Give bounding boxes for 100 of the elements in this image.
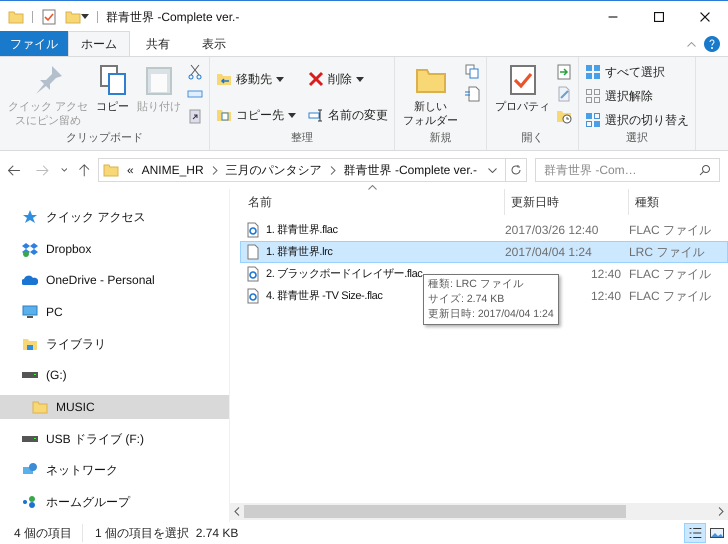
date-cell-text: 12:40 xyxy=(590,266,621,283)
thumbnail-view-icon[interactable] xyxy=(710,528,724,538)
recent-icon[interactable] xyxy=(60,168,68,172)
help-icon[interactable] xyxy=(704,36,720,52)
up-icon[interactable] xyxy=(79,164,90,176)
type-cell-text: FLAC ファイル xyxy=(629,222,712,239)
new-item-icon[interactable] xyxy=(464,64,480,80)
monitor-icon xyxy=(22,304,38,320)
ribbon-button[interactable]: プロパティ xyxy=(493,60,552,114)
date-cell-text: 12:40 xyxy=(590,288,621,305)
maximize-icon[interactable] xyxy=(654,12,664,22)
scroll-left-icon xyxy=(234,507,240,516)
chevron-icon xyxy=(330,166,336,174)
folder-icon xyxy=(102,162,119,178)
sidebar-item[interactable]: Dropbox xyxy=(0,236,229,260)
chevron-icon xyxy=(212,166,218,174)
dropdown-icon[interactable] xyxy=(488,168,498,172)
star-icon xyxy=(22,208,38,225)
ribbon-button[interactable]: 名前の変更 xyxy=(308,106,388,124)
back-icon[interactable] xyxy=(8,164,20,176)
scroll-right-icon xyxy=(718,507,724,516)
ribbon-button[interactable]: コピー先 xyxy=(216,106,296,124)
ribbon-button[interactable]: すべて選択 xyxy=(585,63,690,81)
tooltip-line: 更新日時: 2017/04/04 1:24 xyxy=(428,307,554,322)
type-cell-text: FLAC ファイル xyxy=(629,266,712,283)
history-icon[interactable] xyxy=(556,108,572,124)
ribbon-button[interactable]: 削除 xyxy=(308,70,388,88)
copy-to-icon xyxy=(216,107,232,123)
folder-icon xyxy=(32,399,48,416)
breadcrumb[interactable]: ANIME_HR xyxy=(142,161,204,179)
easy-access-icon[interactable] xyxy=(464,86,480,102)
file-name[interactable]: 1. 群青世界.lrc xyxy=(240,241,505,263)
group-label: 開く xyxy=(520,130,545,146)
group-label: クリップボード xyxy=(65,130,144,146)
sidebar-item[interactable]: ホームグループ xyxy=(0,490,229,514)
tooltip-line: 種類: LRC ファイル xyxy=(428,277,525,292)
sidebar-item[interactable]: OneDrive - Personal xyxy=(0,268,229,292)
item-count: 4 個の項目 xyxy=(14,524,84,542)
select-none-icon xyxy=(585,88,602,104)
horizontal-scrollbar[interactable] xyxy=(230,503,728,520)
breadcrumb[interactable]: « xyxy=(126,161,134,179)
search-input[interactable]: 群青世界 -Com… xyxy=(544,161,700,179)
sidebar-item[interactable]: ネットワーク xyxy=(0,458,229,482)
drive-icon xyxy=(22,372,38,378)
ribbon-button[interactable]: コピー xyxy=(94,60,132,114)
move-to-icon xyxy=(216,71,232,87)
file-name[interactable]: 1. 群青世界.flac xyxy=(240,219,505,241)
scrollbar-thumb[interactable] xyxy=(244,505,626,518)
type-cell-text: FLAC ファイル xyxy=(629,288,712,305)
details-view-icon[interactable] xyxy=(684,523,706,543)
ribbon-button[interactable]: 選択の切り替え xyxy=(585,111,690,129)
ribbon-button[interactable]: 新しい フォルダー xyxy=(401,60,460,128)
sidebar-item[interactable]: (G:) xyxy=(0,364,229,388)
date-cell-text: 2017/04/04 1:24 xyxy=(505,244,592,261)
search-field[interactable]: 群青世界 -Com… xyxy=(535,158,720,182)
group-label: 選択 xyxy=(625,130,650,146)
selection-info: 1 個の項目を選択 2.74 KB xyxy=(94,525,238,542)
sidebar-label: OneDrive - Personal xyxy=(46,272,155,290)
drive-icon xyxy=(22,436,38,442)
document-icon xyxy=(245,244,261,260)
collapse-icon[interactable] xyxy=(687,42,696,46)
refresh-icon[interactable] xyxy=(510,164,522,176)
column-header[interactable]: 種類 xyxy=(629,189,728,215)
folder-icon xyxy=(8,8,24,24)
search-icon xyxy=(699,164,712,176)
breadcrumb[interactable]: 三月のパンタシア xyxy=(226,161,322,179)
edit-icon[interactable] xyxy=(556,86,572,102)
ribbon-button[interactable]: 移動先 xyxy=(216,70,296,88)
caret-icon xyxy=(288,112,296,118)
sidebar-item[interactable]: ライブラリ xyxy=(0,332,229,356)
audio-icon xyxy=(245,222,261,238)
properties-icon[interactable] xyxy=(41,8,57,24)
delete-icon xyxy=(308,71,324,87)
sidebar-item[interactable]: USB ドライブ (F:) xyxy=(0,426,229,451)
sidebar-label: クイック アクセス xyxy=(46,208,146,226)
open-icon[interactable] xyxy=(556,64,572,80)
column-header[interactable]: 更新日時 xyxy=(505,189,629,215)
sidebar-label: ホームグループ xyxy=(46,494,130,512)
column-header[interactable]: 名前 xyxy=(230,189,505,215)
sidebar-label: USB ドライブ (F:) xyxy=(46,430,144,448)
window-title: 群青世界 -Complete ver.- xyxy=(106,8,240,26)
caret-icon xyxy=(356,76,364,82)
dropbox-icon xyxy=(22,240,38,257)
sidebar-label: ライブラリ xyxy=(46,336,106,353)
sidebar-item[interactable]: クイック アクセス xyxy=(0,205,229,229)
breadcrumb[interactable]: 群青世界 -Complete ver.- xyxy=(344,161,477,179)
address-bar[interactable]: « ANIME_HR 三月のパンタシア 群青世界 -Complete ver.- xyxy=(98,158,528,182)
sidebar-label: Dropbox xyxy=(46,240,92,258)
scissors-icon[interactable] xyxy=(187,64,204,80)
sidebar-item[interactable]: MUSIC xyxy=(0,395,229,419)
sidebar-item[interactable]: PC xyxy=(0,300,229,324)
ribbon-tab[interactable]: ファイル xyxy=(0,31,68,56)
close-icon[interactable] xyxy=(700,12,710,22)
shortcut-icon[interactable] xyxy=(187,108,204,124)
homegroup-icon xyxy=(22,494,38,510)
ribbon-tab[interactable]: 共有 xyxy=(130,31,186,56)
tooltip-line: サイズ: 2.74 KB xyxy=(428,292,506,307)
ribbon-tab[interactable]: ホーム xyxy=(68,31,130,56)
ribbon-tab[interactable]: 表示 xyxy=(186,31,242,56)
ribbon-button[interactable]: 選択解除 xyxy=(585,87,690,105)
